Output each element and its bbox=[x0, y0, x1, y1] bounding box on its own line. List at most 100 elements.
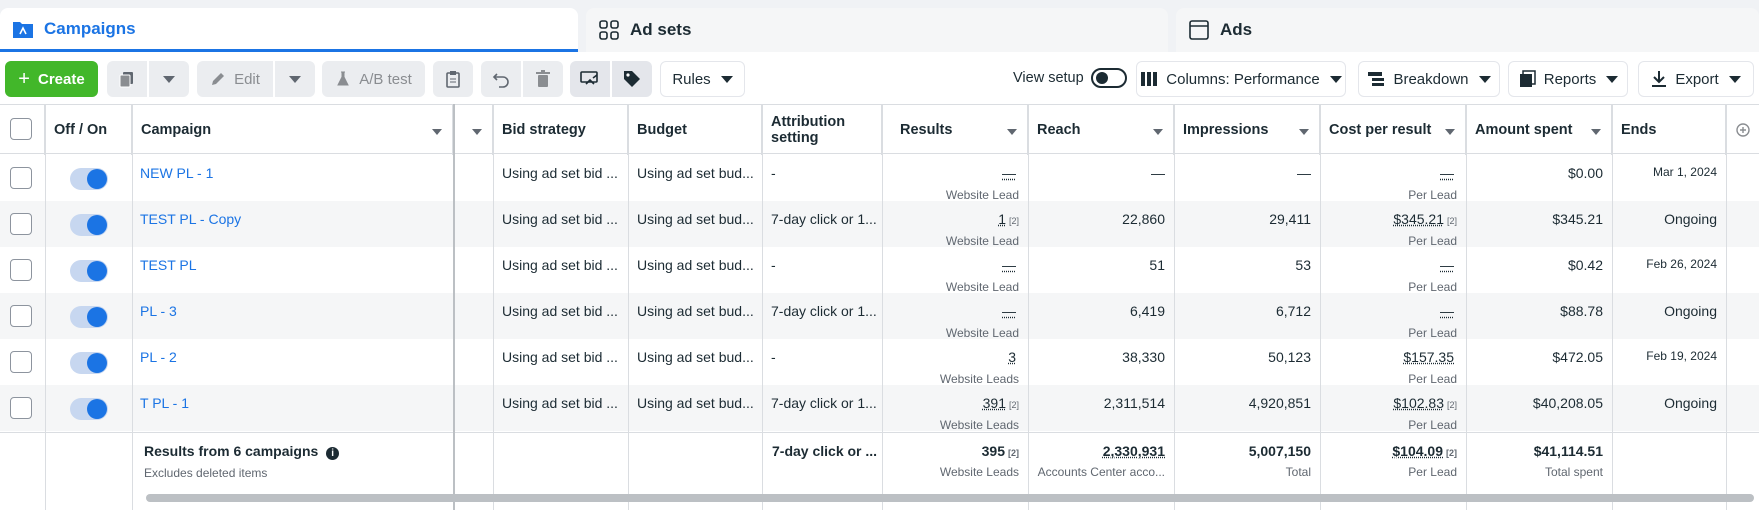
header-bid-strategy[interactable]: Bid strategy bbox=[493, 105, 628, 155]
campaign-name-link[interactable]: NEW PL - 1 bbox=[140, 165, 213, 181]
tab-ad-sets[interactable]: Ad sets bbox=[586, 8, 1168, 52]
duplicate-dropdown-button[interactable] bbox=[149, 61, 189, 97]
ab-test-button[interactable]: A/B test bbox=[322, 61, 425, 97]
row-checkbox[interactable] bbox=[10, 259, 32, 281]
campaign-toggle[interactable] bbox=[70, 168, 108, 190]
toggle-knob bbox=[87, 353, 107, 373]
attribution-cell: - bbox=[771, 155, 881, 201]
header-amount-spent[interactable]: Amount spent bbox=[1466, 105, 1612, 155]
ends-value: Ongoing bbox=[1664, 211, 1717, 227]
clipboard-icon bbox=[446, 71, 460, 88]
table-row[interactable]: PL - 3 Using ad set bid ... Using ad set b… bbox=[0, 293, 1759, 340]
tag-button[interactable] bbox=[612, 61, 652, 97]
sort-icon[interactable] bbox=[472, 129, 482, 135]
delete-button[interactable] bbox=[523, 61, 563, 97]
campaign-toggle[interactable] bbox=[70, 306, 108, 328]
campaign-toggle[interactable] bbox=[70, 352, 108, 374]
compare-icon bbox=[580, 71, 598, 85]
frozen-column-divider[interactable] bbox=[453, 104, 455, 510]
header-ends[interactable]: Ends bbox=[1612, 105, 1726, 155]
attribution-value: 7-day click or 1... bbox=[771, 211, 877, 227]
export-label: Export bbox=[1675, 70, 1719, 88]
row-checkbox[interactable] bbox=[10, 397, 32, 419]
chevron-down-icon bbox=[289, 75, 301, 83]
row-checkbox[interactable] bbox=[10, 305, 32, 327]
reports-button[interactable]: Reports bbox=[1508, 61, 1628, 97]
header-reach[interactable]: Reach bbox=[1028, 105, 1174, 155]
header-budget[interactable]: Budget bbox=[628, 105, 762, 155]
campaign-toggle[interactable] bbox=[70, 398, 108, 420]
sort-icon[interactable] bbox=[1591, 129, 1601, 135]
campaign-name-link[interactable]: PL - 3 bbox=[140, 303, 177, 319]
attribution-cell: - bbox=[771, 339, 881, 385]
sort-icon[interactable] bbox=[1445, 129, 1455, 135]
header-attribution[interactable]: Attribution setting bbox=[762, 105, 882, 155]
table-row[interactable]: PL - 2 Using ad set bid ... Using ad set b… bbox=[0, 339, 1759, 386]
attribution-cell: 7-day click or 1... bbox=[771, 385, 881, 431]
undo-button[interactable] bbox=[481, 61, 521, 97]
column-divider bbox=[1726, 104, 1727, 510]
trash-icon bbox=[536, 70, 550, 87]
ends-cell: Mar 1, 2024 bbox=[1612, 155, 1726, 201]
campaign-toggle[interactable] bbox=[70, 214, 108, 236]
header-results[interactable]: Results bbox=[882, 105, 1028, 155]
compare-button[interactable] bbox=[570, 61, 610, 97]
select-all-checkbox[interactable] bbox=[10, 118, 32, 140]
campaign-name-link[interactable]: T PL - 1 bbox=[140, 395, 189, 411]
budget-value: Using ad set bud... bbox=[637, 395, 754, 411]
cpr-sup: [2] bbox=[1446, 400, 1457, 410]
results-value: — bbox=[1002, 257, 1016, 273]
breakdown-button[interactable]: Breakdown bbox=[1358, 61, 1500, 97]
clipboard-button[interactable] bbox=[433, 61, 473, 97]
header-collapsed[interactable] bbox=[455, 105, 493, 155]
ends-value: Ongoing bbox=[1664, 303, 1717, 319]
cpr-sub: Per Lead bbox=[1408, 326, 1457, 340]
header-campaign[interactable]: Campaign bbox=[132, 105, 453, 155]
view-setup-toggle[interactable] bbox=[1091, 68, 1127, 88]
results-value: 3 bbox=[1008, 349, 1016, 365]
columns-button[interactable]: Columns: Performance bbox=[1136, 61, 1346, 97]
sort-icon[interactable] bbox=[1153, 129, 1163, 135]
reach-cell: 22,860 bbox=[1028, 201, 1174, 247]
info-icon[interactable]: i bbox=[326, 447, 340, 460]
header-cost-per-result[interactable]: Cost per result bbox=[1320, 105, 1466, 155]
campaign-name-link[interactable]: TEST PL bbox=[140, 257, 197, 273]
header-off-on[interactable]: Off / On bbox=[45, 105, 132, 155]
rules-button[interactable]: Rules bbox=[660, 61, 745, 97]
row-checkbox[interactable] bbox=[10, 167, 32, 189]
column-divider bbox=[1466, 104, 1467, 510]
campaign-name-link[interactable]: TEST PL - Copy bbox=[140, 211, 241, 227]
toolbar: + Create Edit A/B test Rules View setup … bbox=[0, 52, 1759, 104]
sort-icon[interactable] bbox=[432, 129, 442, 135]
create-button[interactable]: + Create bbox=[5, 61, 98, 97]
create-label: Create bbox=[37, 70, 85, 88]
campaign-name-link[interactable]: PL - 2 bbox=[140, 349, 177, 365]
table-row[interactable]: TEST PL Using ad set bid ... Using ad set … bbox=[0, 247, 1759, 294]
horizontal-scrollbar[interactable] bbox=[146, 494, 1754, 502]
tab-campaigns[interactable]: Campaigns bbox=[0, 8, 578, 52]
export-button[interactable]: Export bbox=[1638, 61, 1754, 97]
row-checkbox[interactable] bbox=[10, 213, 32, 235]
totals-note: Excludes deleted items bbox=[144, 466, 268, 480]
sort-icon[interactable] bbox=[1007, 129, 1017, 135]
add-column-button[interactable] bbox=[1726, 105, 1759, 155]
sort-icon[interactable] bbox=[1299, 129, 1309, 135]
attribution-cell: - bbox=[771, 247, 881, 293]
header-impressions[interactable]: Impressions bbox=[1174, 105, 1320, 155]
tab-ads[interactable]: Ads bbox=[1176, 8, 1759, 52]
edit-button[interactable]: Edit bbox=[197, 61, 273, 97]
table-row[interactable]: T PL - 1 Using ad set bid ... Using ad set… bbox=[0, 385, 1759, 432]
row-checkbox[interactable] bbox=[10, 351, 32, 373]
cost-per-result-cell: — Per Lead bbox=[1320, 293, 1466, 340]
impressions-value: 6,712 bbox=[1275, 303, 1311, 319]
duplicate-button[interactable] bbox=[107, 61, 147, 97]
totals-row: Results from 6 campaigns i Excludes dele… bbox=[0, 432, 1759, 490]
campaign-toggle[interactable] bbox=[70, 260, 108, 282]
header-ends-label: Ends bbox=[1621, 122, 1657, 138]
totals-reach-value: 2,330,931 bbox=[1102, 443, 1165, 459]
results-cell: — Website Lead bbox=[882, 247, 1028, 294]
edit-dropdown-button[interactable] bbox=[275, 61, 315, 97]
table-row[interactable]: TEST PL - Copy Using ad set bid ... Using … bbox=[0, 201, 1759, 248]
cpr-value: — bbox=[1440, 303, 1454, 319]
table-row[interactable]: NEW PL - 1 Using ad set bid ... Using ad s… bbox=[0, 155, 1759, 202]
